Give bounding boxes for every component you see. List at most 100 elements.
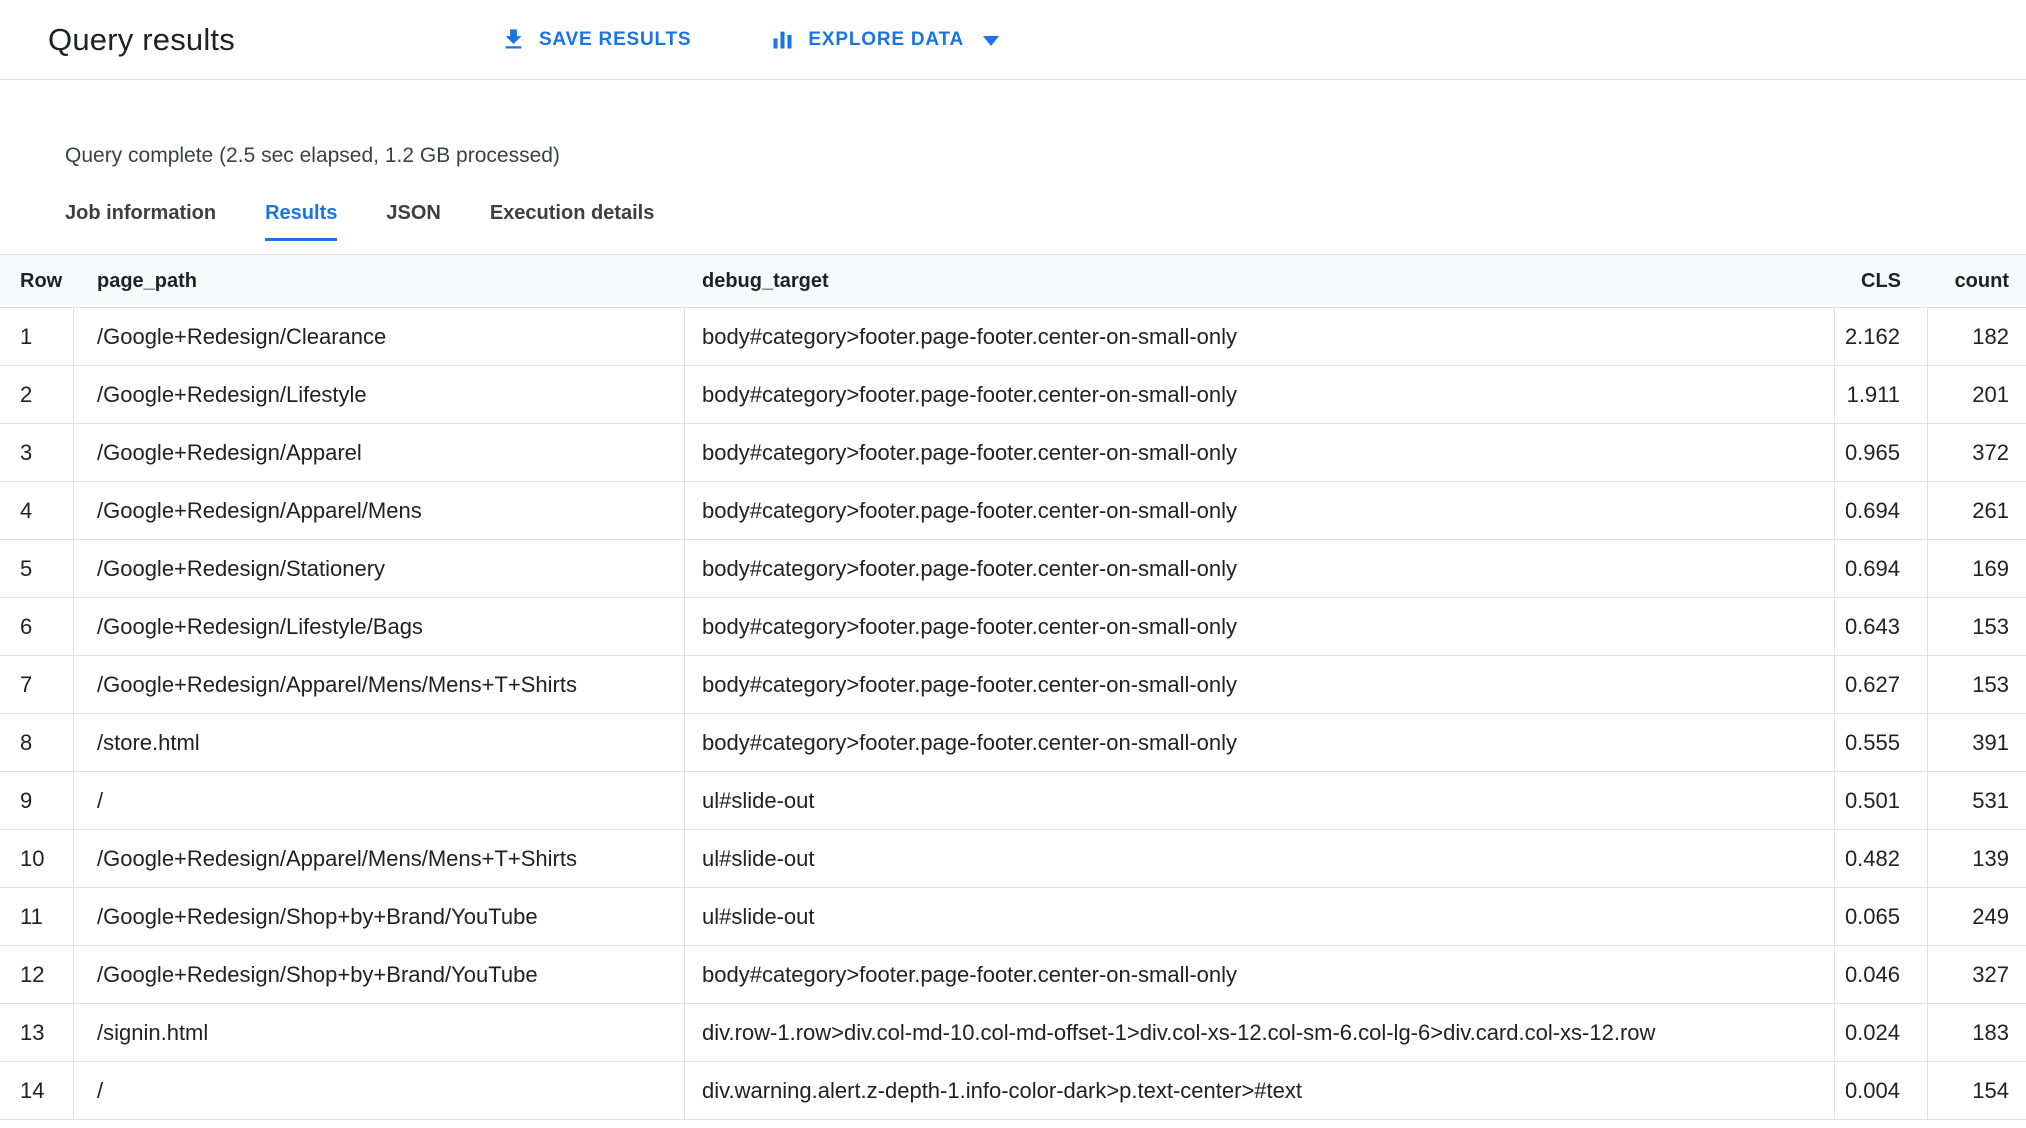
table-row: 4/Google+Redesign/Apparel/Mens body#categ…: [0, 482, 2026, 540]
table-row: 7/Google+Redesign/Apparel/Mens/Mens+T+Sh…: [0, 656, 2026, 714]
cell-cls: 0.046: [1835, 946, 1928, 1003]
cell-debug-target: body#category>footer.page-footer.center-…: [685, 366, 1835, 423]
table-body: 1/Google+Redesign/Clearance body#category…: [0, 308, 2026, 1120]
cell-page-path: /Google+Redesign/Stationery: [74, 540, 685, 597]
cell-row-number: 3: [0, 424, 74, 481]
cell-page-path: /Google+Redesign/Lifestyle/Bags: [74, 598, 685, 655]
table-header-row: Row page_path debug_target CLS count: [0, 254, 2026, 308]
table-row: 11/Google+Redesign/Shop+by+Brand/YouTube…: [0, 888, 2026, 946]
cell-row-number: 9: [0, 772, 74, 829]
cell-debug-target: body#category>footer.page-footer.center-…: [685, 540, 1835, 597]
tab-json[interactable]: JSON: [386, 202, 440, 241]
cell-page-path: /Google+Redesign/Apparel/Mens/Mens+T+Shi…: [74, 830, 685, 887]
cell-row-number: 1: [0, 308, 74, 365]
table-row: 3/Google+Redesign/Apparel body#category>f…: [0, 424, 2026, 482]
cell-count: 183: [1972, 1019, 2009, 1045]
cell-page-path: /signin.html: [74, 1004, 685, 1061]
cell-page-path: /Google+Redesign/Apparel/Mens: [74, 482, 685, 539]
cell-count: 391: [1972, 729, 2009, 755]
cell-row-number: 13: [0, 1004, 74, 1061]
cell-page-path: /Google+Redesign/Clearance: [74, 308, 685, 365]
cell-row-number: 12: [0, 946, 74, 1003]
cell-debug-target: ul#slide-out: [685, 888, 1835, 945]
cell-count: 169: [1972, 555, 2009, 581]
cell-cls: 0.555: [1835, 714, 1928, 771]
cell-count: 182: [1972, 323, 2009, 349]
column-header-cls: CLS: [1861, 269, 1901, 292]
bar-chart-icon: [769, 26, 796, 53]
table-row: 14/div.warning.alert.z-depth-1.info-colo…: [0, 1062, 2026, 1120]
cell-count: 201: [1972, 381, 2009, 407]
cell-page-path: /Google+Redesign/Lifestyle: [74, 366, 685, 423]
column-header-page-path: page_path: [97, 269, 198, 292]
cell-page-path: /Google+Redesign/Shop+by+Brand/YouTube: [74, 946, 685, 1003]
cell-row-number: 4: [0, 482, 74, 539]
table-row: 6/Google+Redesign/Lifestyle/Bags body#cat…: [0, 598, 2026, 656]
cell-debug-target: div.warning.alert.z-depth-1.info-color-d…: [685, 1062, 1835, 1119]
cell-cls: 0.643: [1835, 598, 1928, 655]
cell-count: 261: [1972, 497, 2009, 523]
query-status-text: Query complete (2.5 sec elapsed, 1.2 GB …: [65, 144, 560, 167]
cell-page-path: /: [74, 1062, 685, 1119]
results-table: Row page_path debug_target CLS count 1/G…: [0, 254, 2026, 1120]
cell-row-number: 8: [0, 714, 74, 771]
cell-debug-target: body#category>footer.page-footer.center-…: [685, 482, 1835, 539]
cell-page-path: /: [74, 772, 685, 829]
cell-count: 153: [1972, 671, 2009, 697]
table-row: 5/Google+Redesign/Stationery body#categor…: [0, 540, 2026, 598]
cell-page-path: /Google+Redesign/Apparel/Mens/Mens+T+Shi…: [74, 656, 685, 713]
cell-count: 372: [1972, 439, 2009, 465]
table-row: 9/ul#slide-out 0.501 531: [0, 772, 2026, 830]
cell-debug-target: body#category>footer.page-footer.center-…: [685, 714, 1835, 771]
table-row: 8/store.html body#category>footer.page-fo…: [0, 714, 2026, 772]
cell-cls: 0.065: [1835, 888, 1928, 945]
cell-debug-target: body#category>footer.page-footer.center-…: [685, 946, 1835, 1003]
caret-down-icon: [983, 35, 1000, 46]
cell-page-path: /store.html: [74, 714, 685, 771]
cell-cls: 0.004: [1835, 1062, 1928, 1119]
query-results-panel: Query results SAVE RESULTS EXPLORE DATA …: [0, 0, 2026, 1128]
results-header: Query results SAVE RESULTS EXPLORE DATA: [0, 0, 2026, 80]
column-header-count: count: [1954, 269, 2009, 292]
cell-cls: 0.694: [1835, 540, 1928, 597]
explore-data-label: EXPLORE DATA: [808, 28, 965, 50]
cell-cls: 2.162: [1835, 308, 1928, 365]
cell-count: 154: [1972, 1077, 2009, 1103]
cell-cls: 0.627: [1835, 656, 1928, 713]
tab-job-information[interactable]: Job information: [65, 202, 216, 241]
cell-row-number: 11: [0, 888, 74, 945]
cell-debug-target: div.row-1.row>div.col-md-10.col-md-offse…: [685, 1004, 1835, 1061]
cell-row-number: 7: [0, 656, 74, 713]
cell-count: 531: [1972, 787, 2009, 813]
table-row: 13/signin.html div.row-1.row>div.col-md-1…: [0, 1004, 2026, 1062]
cell-cls: 0.694: [1835, 482, 1928, 539]
table-row: 1/Google+Redesign/Clearance body#category…: [0, 308, 2026, 366]
cell-cls: 0.024: [1835, 1004, 1928, 1061]
tab-results[interactable]: Results: [265, 202, 338, 241]
cell-row-number: 5: [0, 540, 74, 597]
cell-debug-target: ul#slide-out: [685, 772, 1835, 829]
cell-cls: 0.965: [1835, 424, 1928, 481]
cell-cls: 1.911: [1835, 366, 1928, 423]
cell-count: 139: [1972, 845, 2009, 871]
cell-row-number: 6: [0, 598, 74, 655]
cell-cls: 0.501: [1835, 772, 1928, 829]
cell-debug-target: body#category>footer.page-footer.center-…: [685, 656, 1835, 713]
download-icon: [500, 26, 527, 53]
cell-page-path: /Google+Redesign/Shop+by+Brand/YouTube: [74, 888, 685, 945]
cell-count: 249: [1972, 903, 2009, 929]
cell-count: 327: [1972, 961, 2009, 987]
save-results-button[interactable]: SAVE RESULTS: [500, 26, 691, 53]
table-row: 2/Google+Redesign/Lifestyle body#category…: [0, 366, 2026, 424]
cell-page-path: /Google+Redesign/Apparel: [74, 424, 685, 481]
cell-row-number: 14: [0, 1062, 74, 1119]
results-tabs: Job information Results JSON Execution d…: [65, 202, 2026, 241]
column-header-row: Row: [20, 269, 63, 292]
save-results-label: SAVE RESULTS: [538, 28, 692, 50]
tab-execution-details[interactable]: Execution details: [490, 202, 655, 241]
cell-debug-target: body#category>footer.page-footer.center-…: [685, 424, 1835, 481]
cell-count: 153: [1972, 613, 2009, 639]
table-row: 12/Google+Redesign/Shop+by+Brand/YouTube…: [0, 946, 2026, 1004]
cell-debug-target: body#category>footer.page-footer.center-…: [685, 308, 1835, 365]
explore-data-button[interactable]: EXPLORE DATA: [769, 26, 1000, 53]
